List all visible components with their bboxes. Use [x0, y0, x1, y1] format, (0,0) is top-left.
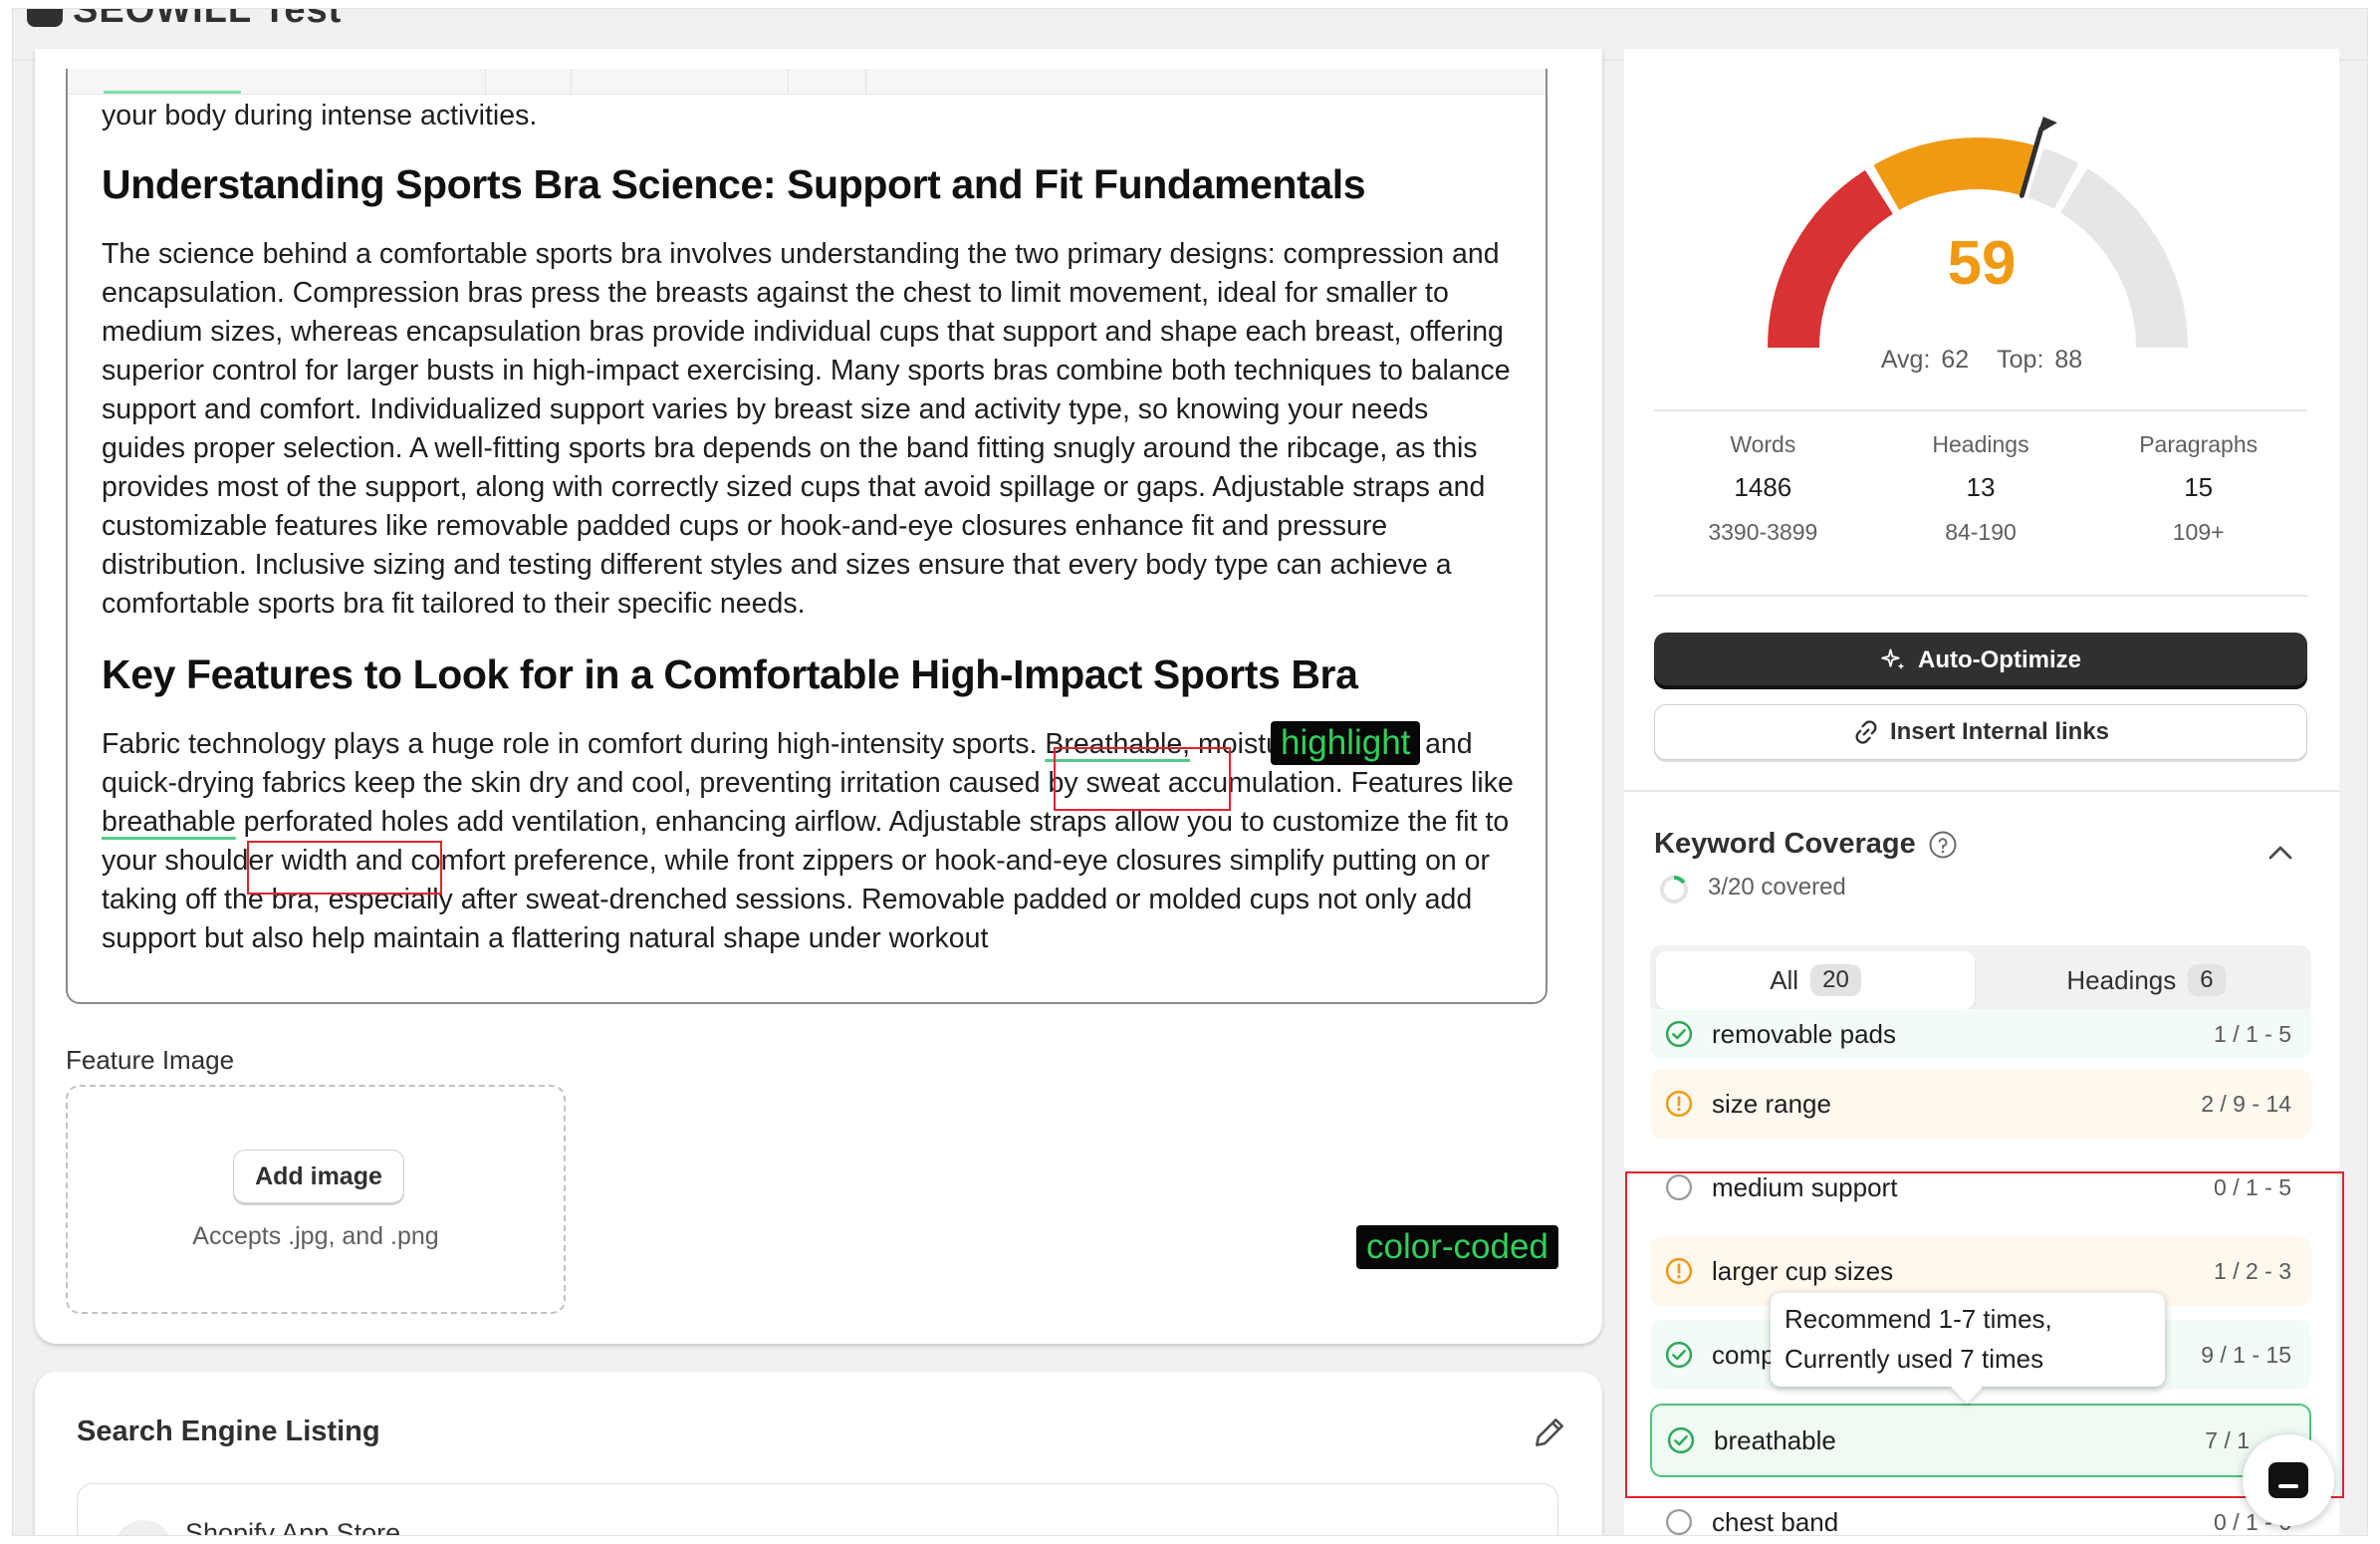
seo-site-name: Shopify App Store — [185, 1518, 401, 1536]
keyword-name: removable pads — [1712, 1018, 1896, 1049]
heading-sports-bra-science: Understanding Sports Bra Science: Suppor… — [102, 161, 1366, 207]
keyword-name: size range — [1712, 1088, 1831, 1119]
empty-circle-icon — [1664, 1507, 1694, 1535]
search-engine-listing-card: Search Engine Listing Shopify App Store — [35, 1372, 1602, 1536]
chevron-up-icon[interactable] — [2265, 842, 2295, 864]
score-value: 59 — [1947, 229, 2017, 298]
gauge-track-segment — [2026, 147, 2079, 209]
keyword-tabs: All 20 Headings 6 — [1650, 945, 2311, 1015]
coverage-count: 3/20 covered — [1708, 874, 1846, 901]
seo-preview: Shopify App Store — [77, 1483, 1558, 1536]
editor-card: your body during intense activities. Und… — [35, 49, 1602, 1344]
insert-internal-links-button[interactable]: Insert Internal links — [1654, 704, 2307, 760]
link-icon — [1855, 720, 1877, 744]
keyword-count: 2 / 9 - 14 — [2201, 1090, 2291, 1117]
keyword-item[interactable]: size range 2 / 9 - 14 — [1650, 1069, 2311, 1139]
intro-line: your body during intense activities. — [102, 100, 538, 131]
keyword-coverage-title: Keyword Coverage — [1654, 828, 1916, 860]
app-icon — [27, 9, 63, 27]
stat-label: Words — [1730, 431, 1796, 457]
stat-range: 109+ — [2172, 519, 2225, 545]
tab-label: All — [1770, 964, 1799, 995]
avg-score: Avg: 62 — [1880, 346, 1970, 374]
add-image-button[interactable]: Add image — [233, 1150, 404, 1203]
gauge-needle-tip — [2036, 117, 2057, 135]
divider — [1654, 595, 2307, 597]
insert-links-label: Insert Internal links — [1889, 718, 2110, 745]
sparkle-icon — [1881, 648, 1905, 670]
annotation-box-breathable-2 — [247, 841, 442, 895]
tab-all[interactable]: All 20 — [1656, 951, 1975, 1009]
paragraph-science: The science behind a comfortable sports … — [102, 238, 1511, 620]
stat-value: 15 — [2184, 472, 2214, 502]
check-circle-icon — [1664, 1019, 1694, 1049]
site-favicon — [114, 1520, 173, 1535]
heading-key-features: Key Features to Look for in a Comfortabl… — [102, 651, 1358, 697]
tab-count: 20 — [1810, 964, 1861, 996]
annotation-box-breathable-1 — [1054, 747, 1231, 811]
seo-listing-title: Search Engine Listing — [77, 1415, 380, 1447]
tab-headings[interactable]: Headings 6 — [1987, 951, 2305, 1009]
color-coded-tag: color-coded — [1356, 1225, 1558, 1269]
stat-value: 13 — [1966, 472, 1996, 502]
tab-count: 6 — [2188, 964, 2226, 996]
score-benchmarks: Avg: 62 Top: 88 — [1624, 346, 2339, 375]
keyword-tooltip: Recommend 1-7 times, Currently used 7 ti… — [1771, 1293, 2165, 1404]
auto-optimize-label: Auto-Optimize — [1918, 646, 2081, 673]
auto-optimize-button[interactable]: Auto-Optimize — [1654, 633, 2307, 688]
editor-content[interactable]: your body during intense activities. Und… — [102, 97, 1516, 958]
help-icon[interactable] — [1928, 830, 1958, 860]
text-segment: Fabric technology plays a huge role in c… — [102, 728, 1046, 760]
stat-words: Words 1486 3390-3899 — [1654, 427, 1872, 557]
chat-icon — [2268, 1462, 2308, 1498]
stat-label: Paragraphs — [2139, 431, 2259, 457]
stat-headings: Headings 13 84-190 — [1872, 427, 2090, 557]
divider — [1654, 409, 2307, 411]
stat-range: 84-190 — [1945, 519, 2017, 545]
chat-launcher-button[interactable] — [2243, 1434, 2334, 1526]
app-title: SEOWILL Test — [73, 9, 343, 31]
coverage-progress-ring — [1660, 876, 1688, 903]
stat-label: Headings — [1932, 431, 2029, 457]
tooltip-line: Recommend 1-7 times, — [1785, 1304, 2052, 1334]
keyword-highlight-breathable-2[interactable]: breathable — [102, 806, 236, 838]
stat-value: 1486 — [1734, 472, 1792, 502]
highlight-tag: highlight — [1271, 721, 1421, 765]
keyword-name: chest band — [1712, 1506, 1839, 1536]
accepted-formats: Accepts .jpg, and .png — [192, 1222, 439, 1250]
keyword-item[interactable]: removable pads 1 / 1 - 5 — [1650, 1009, 2311, 1059]
warning-circle-icon — [1664, 1089, 1694, 1119]
content-stats: Words 1486 3390-3899 Headings 13 84-190 … — [1654, 427, 2307, 557]
stat-range: 3390-3899 — [1708, 519, 1818, 545]
top-score: Top: 88 — [1997, 346, 2083, 374]
pencil-icon[interactable] — [1531, 1414, 1568, 1451]
keyword-count: 1 / 1 - 5 — [2214, 1020, 2291, 1047]
gauge-mid-segment — [1873, 137, 2036, 211]
editor-toolbar — [68, 69, 1546, 95]
stat-paragraphs: Paragraphs 15 109+ — [2089, 427, 2307, 557]
keyword-underline — [104, 91, 241, 94]
feature-image-label: Feature Image — [66, 1045, 235, 1075]
feature-image-dropzone[interactable]: Add image Accepts .jpg, and .png — [66, 1085, 566, 1314]
tab-label: Headings — [2066, 964, 2177, 995]
section-divider — [1624, 790, 2339, 792]
